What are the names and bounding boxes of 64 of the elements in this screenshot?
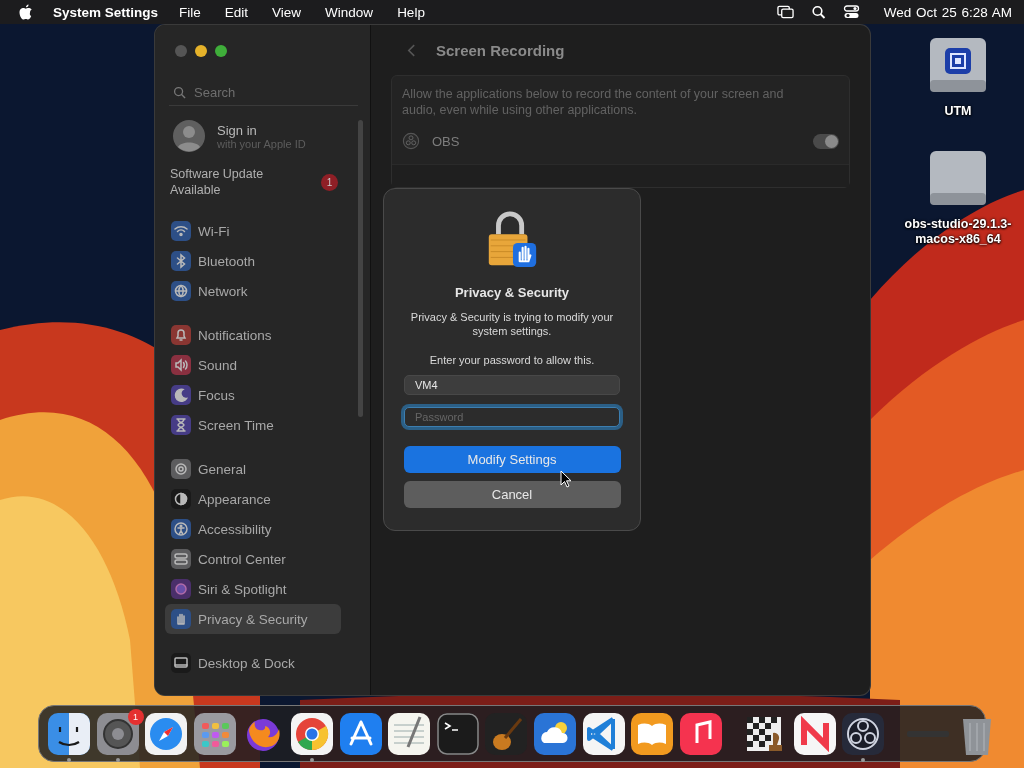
dialog-title: Privacy & Security [454,285,570,300]
menu-item[interactable]: Help [397,4,425,20]
sidebar-item[interactable]: General [165,454,341,484]
app-grid-icon[interactable] [191,711,238,757]
screen-mirroring-icon[interactable] [776,5,794,19]
cursor-icon [560,470,572,488]
sidebar-item[interactable]: Appearance [165,484,341,514]
terminal-icon[interactable] [434,711,481,757]
music-note-icon[interactable] [677,711,724,757]
sidebar-item[interactable]: Notifications [165,320,341,350]
search-field[interactable]: Search [192,83,346,101]
sidebar-item[interactable]: Desktop & Dock [165,648,341,678]
cancel-button[interactable]: Cancel [403,481,621,508]
search-icon [173,85,186,99]
sidebar-item[interactable]: Network [165,276,341,306]
sidebar-item[interactable]: Sound [165,350,341,380]
toggle-switch[interactable] [813,133,839,149]
sidebar-item[interactable]: Bluetooth [165,246,341,276]
code-editor-icon[interactable] [580,711,627,757]
cloud-icon[interactable] [531,711,578,757]
update-badge: 1 [321,173,338,191]
sidebar-item[interactable]: Screen Time [165,410,341,440]
menu-item[interactable]: Edit [224,4,249,20]
menubar-clock[interactable]: Wed Oct 25 6:28 AM [883,4,1012,20]
file-manager-icon[interactable] [46,711,92,757]
padlock-hand-icon [486,211,538,269]
scrollbar[interactable] [358,120,363,417]
menu-item[interactable]: File [179,4,201,20]
menu-item[interactable]: Window [325,4,374,20]
sidebar-item[interactable]: Focus [165,380,341,410]
apple-icon[interactable] [18,4,33,20]
page-title: Screen Recording [436,41,565,59]
news-icon[interactable] [791,711,838,757]
modify-settings-button[interactable]: Modify Settings [403,446,621,473]
menu-item[interactable]: View [272,4,302,20]
sidebar-item[interactable]: Siri & Spotlight [165,574,341,604]
sidebar-item[interactable]: Privacy & Security [165,604,341,634]
app-name: OBS [432,133,461,149]
guitar-icon[interactable] [483,711,530,757]
sidebar-item[interactable]: Control Center [165,544,341,574]
sign-in-link[interactable]: Sign in [217,122,306,138]
software-update-item[interactable]: Software Update Available [170,166,300,198]
compass-icon[interactable] [143,711,190,757]
minimize-button[interactable] [195,45,207,57]
username-field[interactable]: VM4 [404,375,620,395]
gear-icon[interactable] [94,711,141,757]
book-icon[interactable] [629,711,676,757]
dialog-prompt: Enter your password to allow this. [429,354,595,366]
record-icon[interactable] [840,711,887,757]
password-field[interactable]: Password [404,407,620,427]
avatar-icon[interactable] [173,120,205,152]
ring-icon[interactable] [288,711,335,757]
description: Allow the applications below to record the content of your screen and audio, even while using other applications. [402,86,785,118]
zoom-button[interactable] [215,45,227,57]
letter-a-icon[interactable] [337,711,384,757]
desktop-icon-label: UTM [944,104,972,119]
control-center-icon[interactable] [842,5,860,19]
sidebar-item[interactable]: Wi-Fi [165,216,341,246]
sidebar-item[interactable]: Accessibility [165,514,341,544]
search-icon[interactable] [809,5,827,19]
notepad-icon[interactable] [386,711,433,757]
record-icon [402,132,420,150]
dialog-message: Privacy & Security is trying to modify your system settings. [409,310,615,338]
app-menu[interactable]: System Settings [53,4,159,20]
